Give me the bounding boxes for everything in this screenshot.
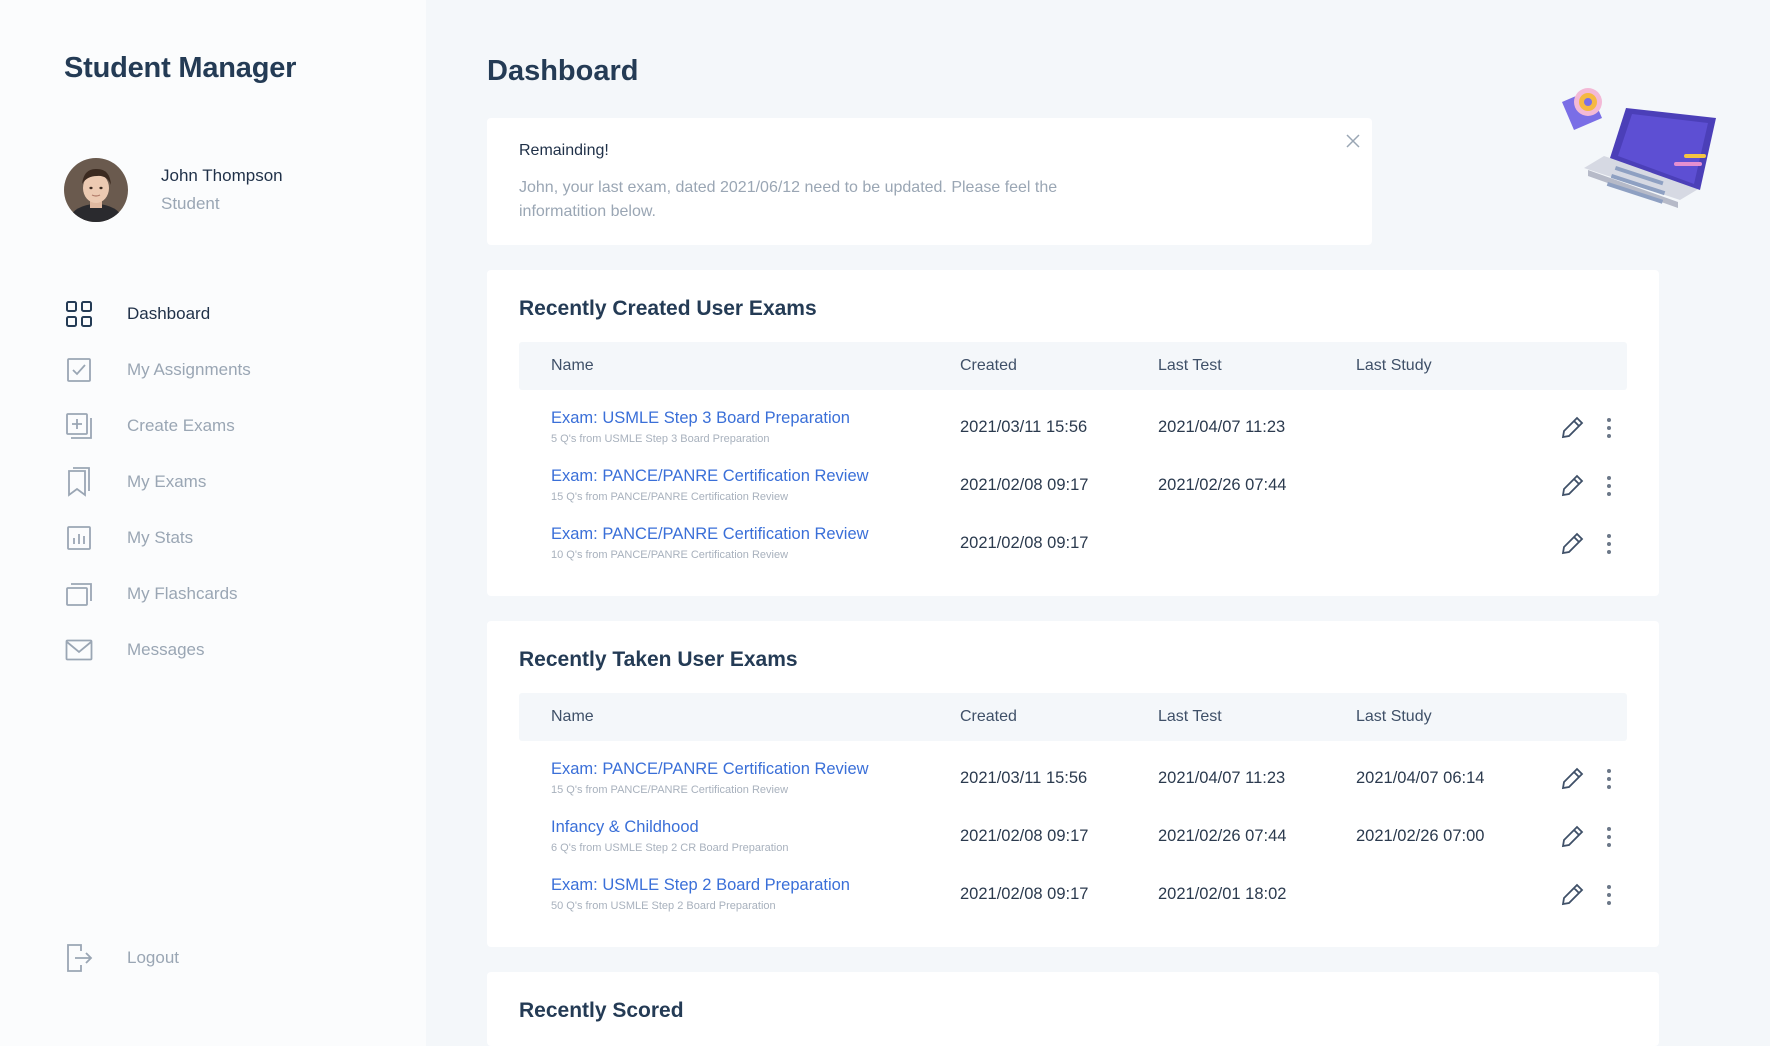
exam-subtitle: 6 Q's from USMLE Step 2 CR Board Prepara…: [551, 842, 789, 854]
last-test-cell: 2021/04/07 11:23: [1158, 769, 1286, 787]
app-title: Student Manager: [64, 52, 297, 84]
user-name: John Thompson: [161, 166, 283, 185]
add-document-icon: [64, 411, 94, 441]
nav-item-my-flashcards[interactable]: My Flashcards: [64, 566, 251, 622]
user-role: Student: [161, 194, 220, 213]
logout-label: Logout: [127, 948, 179, 967]
pencil-icon[interactable]: [1559, 882, 1585, 908]
table-row: Infancy & Childhood 6 Q's from USMLE Ste…: [519, 818, 1627, 876]
nav-label: My Flashcards: [127, 584, 238, 603]
pencil-icon[interactable]: [1559, 415, 1585, 441]
nav-label: Messages: [127, 640, 205, 659]
table-row: Exam: PANCE/PANRE Certification Review 1…: [519, 467, 1627, 525]
table-row: Exam: PANCE/PANRE Certification Review 1…: [519, 760, 1627, 818]
nav-label: My Exams: [127, 472, 207, 491]
alert-text: John, your last exam, dated 2021/06/12 n…: [519, 179, 1058, 220]
bar-chart-icon: [64, 523, 94, 553]
pencil-icon[interactable]: [1559, 824, 1585, 850]
logout-button[interactable]: Logout: [64, 943, 179, 973]
column-header-name[interactable]: Name: [551, 708, 594, 726]
nav-item-create-exams[interactable]: Create Exams: [64, 398, 251, 454]
last-study-cell: 2021/04/07 06:14: [1356, 769, 1485, 787]
avatar: [64, 158, 128, 222]
nav-label: My Stats: [127, 528, 194, 547]
recently-taken-card: Recently Taken User Exams Name Created L…: [487, 621, 1659, 947]
table-header: Name Created Last Test Last Study: [519, 693, 1627, 741]
exam-link[interactable]: Exam: PANCE/PANRE Certification Review: [551, 760, 869, 779]
recently-scored-card: Recently Scored: [487, 972, 1659, 1046]
column-header-name[interactable]: Name: [551, 357, 594, 375]
more-options-icon[interactable]: [1599, 766, 1619, 792]
column-header-last-test[interactable]: Last Test: [1158, 708, 1222, 726]
checkbox-icon: [64, 355, 94, 385]
exam-subtitle: 15 Q's from PANCE/PANRE Certification Re…: [551, 784, 789, 796]
alert-title: Remainding!: [519, 142, 609, 159]
sidebar-nav: Dashboard My Assignments Create Exams My…: [64, 286, 251, 678]
nav-item-messages[interactable]: Messages: [64, 622, 251, 678]
card-title: Recently Created User Exams: [519, 297, 817, 320]
more-options-icon[interactable]: [1599, 824, 1619, 850]
nav-item-my-assignments[interactable]: My Assignments: [64, 342, 251, 398]
last-test-cell: 2021/02/26 07:44: [1158, 476, 1287, 494]
laptop-illustration: [1560, 80, 1720, 231]
column-header-last-study[interactable]: Last Study: [1356, 708, 1432, 726]
nav-label: Dashboard: [127, 304, 211, 323]
created-cell: 2021/02/08 09:17: [960, 885, 1089, 903]
bookmark-icon: [64, 467, 94, 497]
more-options-icon[interactable]: [1599, 531, 1619, 557]
more-options-icon[interactable]: [1599, 415, 1619, 441]
exam-subtitle: 10 Q's from PANCE/PANRE Certification Re…: [551, 549, 789, 561]
pencil-icon[interactable]: [1559, 473, 1585, 499]
main-content: Dashboard Remainding! John, your last ex…: [426, 0, 1770, 1046]
created-cell: 2021/03/11 15:56: [960, 769, 1088, 787]
logout-icon: [64, 943, 94, 973]
exam-subtitle: 5 Q's from USMLE Step 3 Board Preparatio…: [551, 433, 770, 445]
mail-icon: [64, 635, 94, 665]
column-header-last-study[interactable]: Last Study: [1356, 357, 1432, 375]
nav-label: Create Exams: [127, 416, 235, 435]
card-title: Recently Taken User Exams: [519, 648, 798, 671]
more-options-icon[interactable]: [1599, 473, 1619, 499]
exam-link[interactable]: Infancy & Childhood: [551, 818, 699, 837]
more-options-icon[interactable]: [1599, 882, 1619, 908]
column-header-created[interactable]: Created: [960, 357, 1017, 375]
exam-subtitle: 50 Q's from USMLE Step 2 Board Preparati…: [551, 900, 776, 912]
exam-link[interactable]: Exam: PANCE/PANRE Certification Review: [551, 467, 869, 486]
reminder-alert: Remainding! John, your last exam, dated …: [487, 118, 1372, 245]
grid-icon: [64, 299, 94, 329]
close-icon[interactable]: [1342, 130, 1364, 152]
exam-subtitle: 15 Q's from PANCE/PANRE Certification Re…: [551, 491, 789, 503]
exam-link[interactable]: Exam: USMLE Step 3 Board Preparation: [551, 409, 850, 428]
nav-label: My Assignments: [127, 360, 251, 379]
pencil-icon[interactable]: [1559, 531, 1585, 557]
column-header-last-test[interactable]: Last Test: [1158, 357, 1222, 375]
nav-item-my-stats[interactable]: My Stats: [64, 510, 251, 566]
exam-link[interactable]: Exam: PANCE/PANRE Certification Review: [551, 525, 869, 544]
table-row: Exam: USMLE Step 2 Board Preparation 50 …: [519, 876, 1627, 934]
created-cell: 2021/03/11 15:56: [960, 418, 1088, 436]
nav-item-my-exams[interactable]: My Exams: [64, 454, 251, 510]
last-study-cell: 2021/02/26 07:00: [1356, 827, 1485, 845]
last-test-cell: 2021/04/07 11:23: [1158, 418, 1286, 436]
user-profile[interactable]: John Thompson Student: [64, 158, 283, 222]
card-title: Recently Scored: [519, 999, 684, 1022]
table-header: Name Created Last Test Last Study: [519, 342, 1627, 390]
sidebar: Student Manager John Thompson Student Da…: [0, 0, 426, 1046]
created-cell: 2021/02/08 09:17: [960, 534, 1089, 552]
cards-icon: [64, 579, 94, 609]
last-test-cell: 2021/02/26 07:44: [1158, 827, 1287, 845]
exam-link[interactable]: Exam: USMLE Step 2 Board Preparation: [551, 876, 850, 895]
table-row: Exam: PANCE/PANRE Certification Review 1…: [519, 525, 1627, 583]
recently-created-card: Recently Created User Exams Name Created…: [487, 270, 1659, 596]
table-row: Exam: USMLE Step 3 Board Preparation 5 Q…: [519, 409, 1627, 467]
created-cell: 2021/02/08 09:17: [960, 827, 1089, 845]
column-header-created[interactable]: Created: [960, 708, 1017, 726]
last-test-cell: 2021/02/01 18:02: [1158, 885, 1287, 903]
created-cell: 2021/02/08 09:17: [960, 476, 1089, 494]
page-title: Dashboard: [487, 55, 639, 87]
nav-item-dashboard[interactable]: Dashboard: [64, 286, 251, 342]
pencil-icon[interactable]: [1559, 766, 1585, 792]
